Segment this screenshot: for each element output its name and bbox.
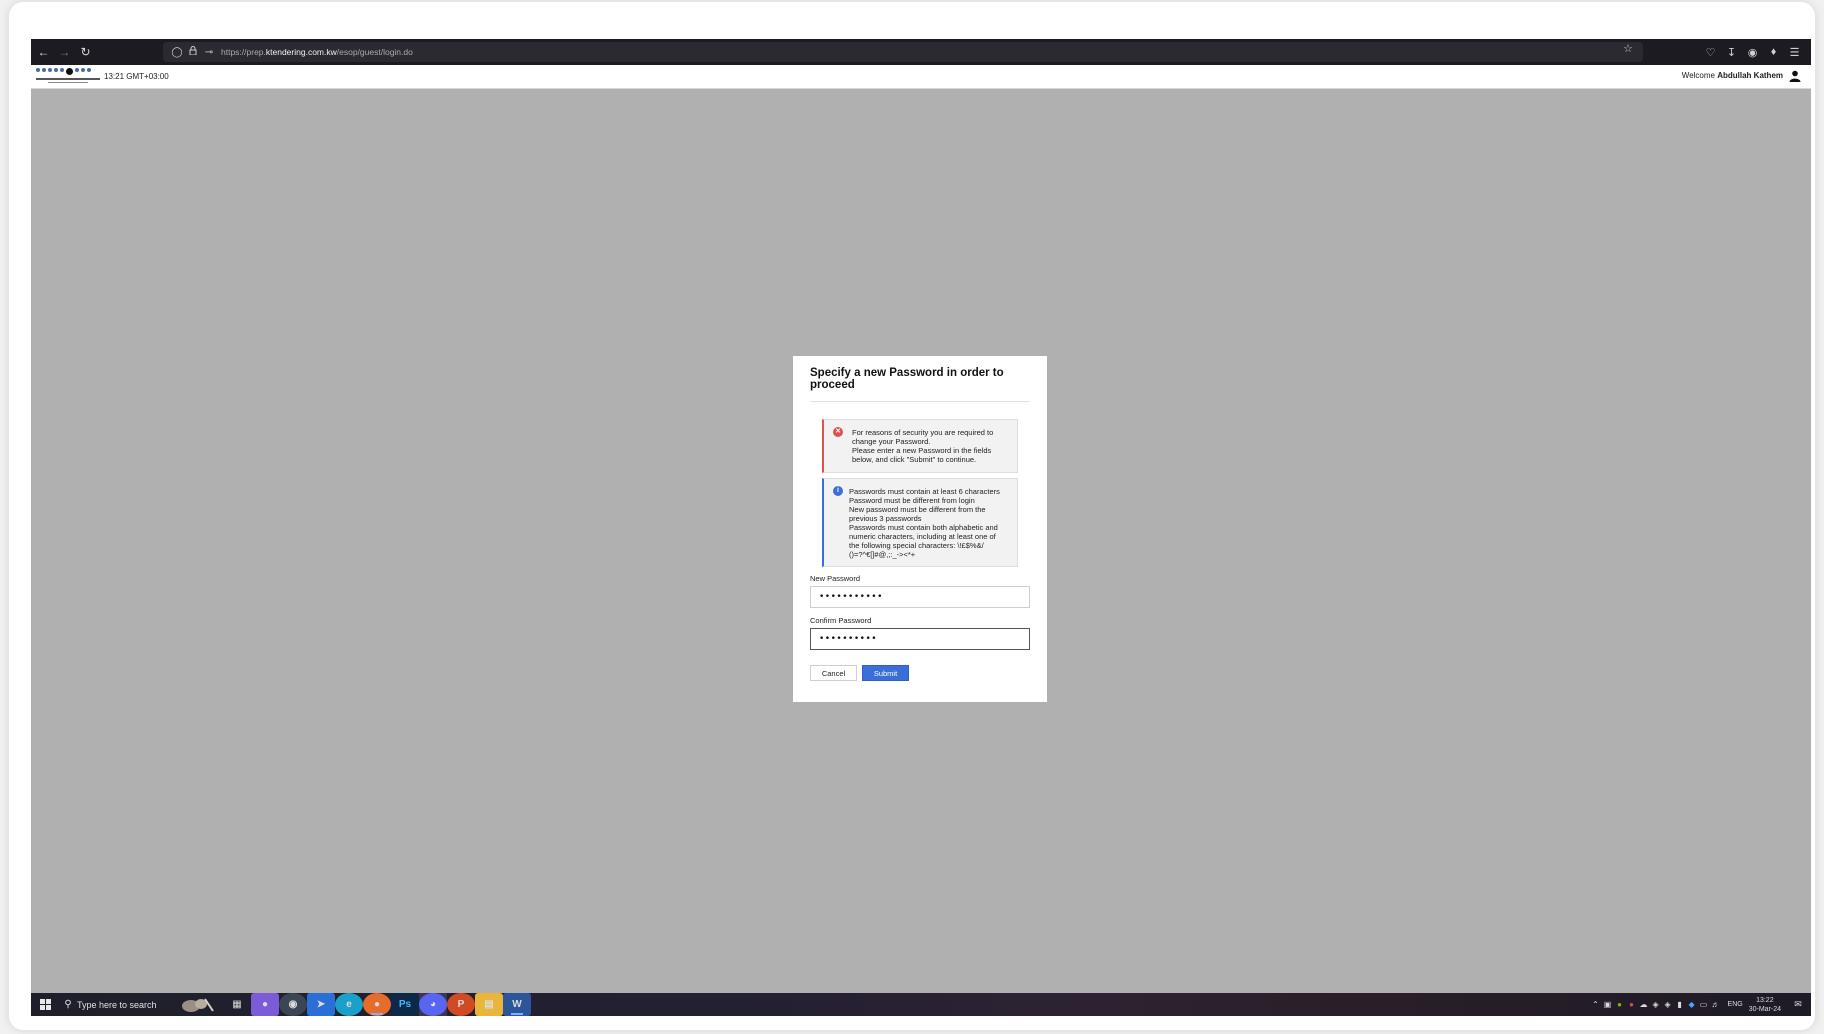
browser-window: ← → ↻ ◯ ⊸ https://prep.ktendering.com.kw… — [31, 39, 1811, 1016]
tray-nvidia-icon[interactable]: ● — [1614, 1000, 1626, 1009]
search-placeholder: Type here to search — [77, 999, 157, 1010]
new-password-label: New Password — [810, 574, 861, 583]
pinned-app-icon[interactable]: ➤ — [307, 993, 335, 1016]
firefox-icon[interactable]: ● — [363, 993, 391, 1016]
notification-icon[interactable]: ✉ — [1789, 999, 1807, 1010]
security-error-alert: ✕ For reasons of security you are requir… — [822, 419, 1018, 473]
windows-logo-icon — [39, 999, 51, 1010]
tray-app-icon[interactable]: ● — [1626, 1000, 1638, 1009]
tray-shield-icon[interactable]: ◈ — [1662, 1000, 1674, 1009]
info-icon: i — [833, 486, 843, 496]
password-rules-alert: i Passwords must contain at least 6 char… — [822, 478, 1018, 567]
welcome-text: Welcome Abdullah Kathem — [1681, 71, 1783, 80]
dialog-title: Specify a new Password in order to proce… — [810, 367, 1004, 391]
new-password-input[interactable]: ••••••••••• — [810, 586, 1030, 608]
taskbar-clock[interactable]: 13:22 30-Mar-24 — [1749, 996, 1781, 1014]
tray-volume-icon[interactable]: ♬ — [1710, 1000, 1722, 1009]
site-header: 13:21 GMT+03:00 Welcome Abdullah Kathem — [31, 65, 1811, 89]
file-explorer-icon[interactable]: ▤ — [475, 993, 503, 1016]
cancel-button[interactable]: Cancel — [810, 665, 857, 681]
language-indicator[interactable]: ENG — [1728, 1001, 1743, 1008]
start-button[interactable] — [31, 993, 59, 1016]
forward-icon[interactable]: → — [54, 42, 75, 62]
error-message: For reasons of security you are required… — [852, 428, 994, 464]
url-text[interactable]: https://prep.ktendering.com.kw/esop/gues… — [221, 47, 413, 57]
gamepad-app-icon[interactable]: ● — [251, 993, 279, 1016]
taskbar-date: 30-Mar-24 — [1748, 1005, 1781, 1013]
tray-bluetooth-icon[interactable]: ◆ — [1686, 1000, 1698, 1009]
word-icon[interactable]: W — [503, 993, 531, 1016]
url-bar[interactable]: ◯ ⊸ https://prep.ktendering.com.kw/esop/… — [163, 42, 1643, 62]
account-icon[interactable]: ◉ — [1742, 42, 1763, 62]
confirm-password-input[interactable]: •••••••••• — [810, 628, 1030, 650]
tray-cloud-icon[interactable]: ☁ — [1638, 1000, 1650, 1009]
site-logo — [36, 68, 100, 85]
powerpoint-icon[interactable]: P — [447, 993, 475, 1016]
user-icon[interactable] — [1789, 70, 1801, 82]
tray-wifi-icon[interactable]: ▭ — [1698, 1000, 1710, 1009]
confirm-password-label: Confirm Password — [810, 616, 872, 625]
taskbar-search[interactable]: ⚲ Type here to search — [59, 993, 177, 1016]
submit-button[interactable]: Submit — [862, 665, 909, 681]
back-icon[interactable]: ← — [33, 42, 54, 62]
key-icon[interactable]: ⊸ — [201, 47, 217, 58]
task-view-icon[interactable]: ▦ — [223, 993, 251, 1016]
download-icon[interactable]: ↧ — [1721, 42, 1742, 62]
browser-toolbar: ← → ↻ ◯ ⊸ https://prep.ktendering.com.kw… — [31, 39, 1811, 65]
pocket-icon[interactable]: ♡ — [1700, 42, 1721, 62]
error-icon: ✕ — [833, 427, 843, 437]
windows-taskbar: ⚲ Type here to search ▦ ● ◉ ➤ e ● Ps ◕ P… — [31, 993, 1811, 1016]
menu-icon[interactable]: ☰ — [1784, 42, 1805, 62]
edge-icon[interactable]: e — [335, 993, 363, 1016]
tray-network-icon[interactable]: ◈ — [1650, 1000, 1662, 1009]
steam-icon[interactable]: ◉ — [279, 993, 307, 1016]
bookmark-star-icon[interactable]: ☆ — [1623, 42, 1633, 55]
server-clock: 13:21 GMT+03:00 — [104, 72, 169, 81]
photoshop-icon[interactable]: Ps — [391, 993, 419, 1016]
toolbar-actions: ♡ ↧ ◉ ♦ ☰ — [1700, 42, 1805, 62]
taskbar-time: 13:22 — [1756, 996, 1774, 1004]
shield-icon[interactable]: ◯ — [169, 47, 185, 58]
tray-monitor-icon[interactable]: ▣ — [1602, 1000, 1614, 1009]
discord-icon[interactable]: ◕ — [419, 993, 447, 1016]
change-password-dialog: Specify a new Password in order to proce… — [793, 356, 1047, 702]
lock-icon[interactable] — [185, 46, 201, 58]
password-rules-text: Passwords must contain at least 6 charac… — [849, 487, 1000, 559]
reload-icon[interactable]: ↻ — [75, 42, 96, 62]
tray-chevron-up-icon[interactable]: ⌃ — [1590, 1000, 1602, 1009]
search-highlight-image[interactable] — [177, 995, 217, 1015]
extensions-icon[interactable]: ♦ — [1763, 42, 1784, 62]
system-tray: ⌃ ▣ ● ● ☁ ◈ ◈ ▮ ◆ ▭ ♬ ENG 13:22 30-Mar-2… — [1590, 993, 1807, 1016]
tray-usb-icon[interactable]: ▮ — [1674, 1000, 1686, 1009]
search-icon: ⚲ — [64, 999, 72, 1010]
user-name[interactable]: Abdullah Kathem — [1717, 71, 1783, 80]
pinned-apps: ▦ ● ◉ ➤ e ● Ps ◕ P ▤ W — [223, 993, 531, 1016]
dialog-divider — [810, 401, 1030, 402]
